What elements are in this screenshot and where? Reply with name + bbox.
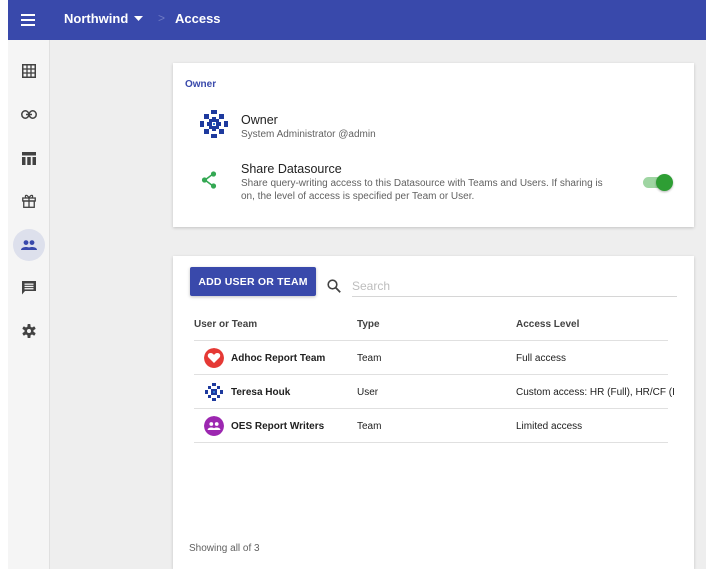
column-header-name[interactable]: User or Team (194, 319, 257, 330)
share-datasource-title: Share Datasource (241, 162, 342, 176)
toggle-thumb (656, 174, 673, 191)
row-type: Team (357, 421, 382, 432)
datasource-selector[interactable]: Northwind (64, 11, 144, 26)
row-name: Adhoc Report Team (231, 353, 326, 364)
sidebar-nav (8, 40, 50, 569)
pattern-avatar-icon (204, 382, 224, 402)
row-access-level: Full access (516, 353, 567, 364)
people-icon[interactable] (13, 229, 45, 261)
access-table: User or Team Type Access Level Adhoc Rep… (194, 306, 675, 443)
access-card: ADD USER OR TEAM User or Team Type Acces… (173, 256, 694, 569)
app-name-label: Northwind (64, 11, 129, 26)
row-name: Teresa Houk (231, 387, 291, 398)
owner-label: Owner (241, 113, 278, 127)
people-icon (204, 416, 224, 436)
add-user-or-team-button[interactable]: ADD USER OR TEAM (190, 267, 316, 296)
column-header-type[interactable]: Type (357, 319, 380, 330)
row-type: User (357, 387, 379, 398)
top-app-bar: Northwind > Access (8, 0, 706, 40)
share-icon (201, 171, 217, 189)
row-name: OES Report Writers (231, 421, 325, 432)
pattern-avatar-icon (199, 109, 229, 139)
gift-icon[interactable] (13, 185, 45, 217)
owner-detail: System Administrator @admin (241, 129, 376, 140)
search-input[interactable] (352, 276, 677, 297)
table-icon[interactable] (13, 142, 45, 174)
search-icon (327, 279, 341, 293)
breadcrumb-separator: > (158, 11, 166, 25)
table-row[interactable]: Adhoc Report Team Team Full access (194, 341, 668, 375)
table-header: User or Team Type Access Level (194, 306, 668, 341)
table-row[interactable]: Teresa Houk User Custom access: HR (Full… (194, 375, 675, 409)
owner-section-heading: Owner (185, 79, 217, 90)
hamburger-menu-icon[interactable] (14, 6, 42, 34)
owner-card: Owner Owner System Administrator @admin (173, 63, 694, 227)
comment-icon[interactable] (13, 272, 45, 304)
grid-icon[interactable] (13, 55, 45, 87)
share-datasource-description: Share query-writing access to this Datas… (241, 178, 603, 202)
link-icon[interactable] (13, 98, 45, 130)
row-type: Team (357, 353, 382, 364)
gear-icon[interactable] (13, 315, 45, 347)
breadcrumb-current: Access (175, 11, 221, 26)
column-header-access-level[interactable]: Access Level (516, 319, 579, 330)
row-access-level: Limited access (516, 421, 583, 432)
results-count: Showing all of 3 (189, 543, 260, 554)
app-frame: Northwind > Access Owner Owner System Ad… (8, 0, 706, 569)
share-toggle[interactable] (643, 174, 673, 191)
table-row[interactable]: OES Report Writers Team Limited access (194, 409, 668, 443)
caret-down-icon (134, 16, 144, 21)
heart-icon (204, 348, 224, 368)
row-access-level: Custom access: HR (Full), HR/CF (I (516, 387, 675, 398)
